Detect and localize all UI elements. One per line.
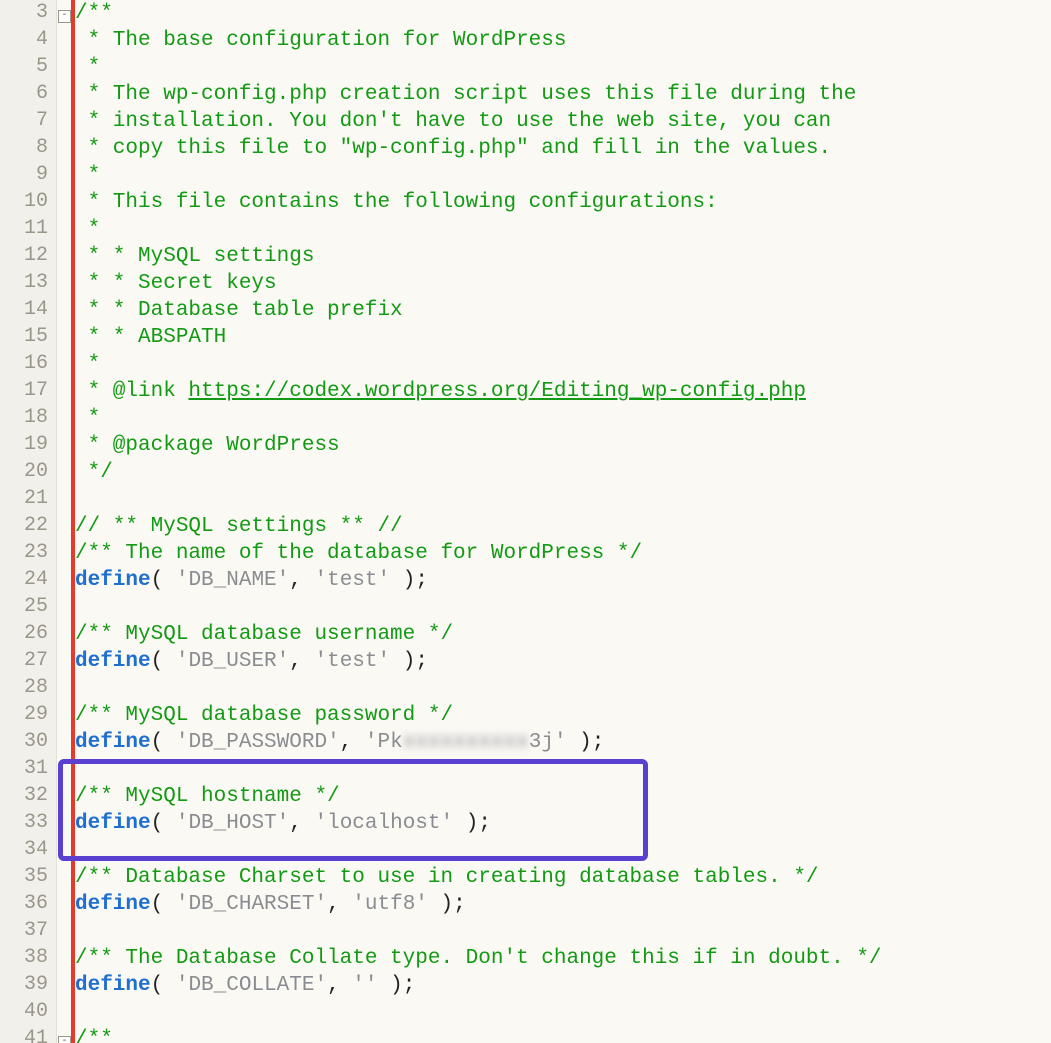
line-number: 4 [0, 30, 56, 57]
line-number: 28 [0, 678, 56, 705]
line-number: 8 [0, 138, 56, 165]
fold-column: -- [57, 0, 71, 1043]
line-number: 25 [0, 597, 56, 624]
code-line[interactable] [75, 678, 1051, 705]
line-number: 11 [0, 219, 56, 246]
code-line[interactable]: define( 'DB_NAME', 'test' ); [75, 570, 1051, 597]
line-number-gutter: 3456789101112131415161718192021222324252… [0, 0, 57, 1043]
code-line[interactable] [75, 759, 1051, 786]
doc-link[interactable]: https://codex.wordpress.org/Editing_wp-c… [188, 380, 806, 403]
line-number: 6 [0, 84, 56, 111]
line-number: 31 [0, 759, 56, 786]
line-number: 26 [0, 624, 56, 651]
code-line[interactable]: * The wp-config.php creation script uses… [75, 84, 1051, 111]
code-line[interactable]: /** MySQL database username */ [75, 624, 1051, 651]
code-line[interactable]: /** [75, 3, 1051, 30]
code-line[interactable]: /** [75, 1029, 1051, 1043]
redacted-password: xxxxxxxxxx [403, 731, 529, 754]
code-line[interactable] [75, 1002, 1051, 1029]
code-line[interactable] [75, 921, 1051, 948]
code-line[interactable]: define( 'DB_COLLATE', '' ); [75, 975, 1051, 1002]
line-number: 41 [0, 1029, 56, 1043]
line-number: 16 [0, 354, 56, 381]
line-number: 22 [0, 516, 56, 543]
code-line[interactable]: * @package WordPress [75, 435, 1051, 462]
code-line[interactable]: * * Database table prefix [75, 300, 1051, 327]
line-number: 37 [0, 921, 56, 948]
code-line[interactable]: * * MySQL settings [75, 246, 1051, 273]
code-line[interactable]: * * ABSPATH [75, 327, 1051, 354]
line-number: 38 [0, 948, 56, 975]
code-line[interactable]: define( 'DB_USER', 'test' ); [75, 651, 1051, 678]
line-number: 32 [0, 786, 56, 813]
line-number: 35 [0, 867, 56, 894]
line-number: 18 [0, 408, 56, 435]
line-number: 30 [0, 732, 56, 759]
code-line[interactable]: * [75, 165, 1051, 192]
line-number: 40 [0, 1002, 56, 1029]
line-number: 3 [0, 3, 56, 30]
fold-toggle-icon[interactable]: - [58, 10, 71, 23]
code-editor: 3456789101112131415161718192021222324252… [0, 0, 1051, 1043]
code-line[interactable] [75, 489, 1051, 516]
code-line[interactable] [75, 597, 1051, 624]
code-line[interactable]: * @link https://codex.wordpress.org/Edit… [75, 381, 1051, 408]
code-line[interactable]: * [75, 219, 1051, 246]
line-number: 5 [0, 57, 56, 84]
code-line[interactable]: /** The name of the database for WordPre… [75, 543, 1051, 570]
line-number: 15 [0, 327, 56, 354]
code-line[interactable]: define( 'DB_HOST', 'localhost' ); [75, 813, 1051, 840]
line-number: 19 [0, 435, 56, 462]
code-line[interactable]: /** MySQL hostname */ [75, 786, 1051, 813]
code-line[interactable]: * installation. You don't have to use th… [75, 111, 1051, 138]
line-number: 12 [0, 246, 56, 273]
line-number: 24 [0, 570, 56, 597]
code-line[interactable]: * copy this file to "wp-config.php" and … [75, 138, 1051, 165]
line-number: 10 [0, 192, 56, 219]
code-line[interactable]: // ** MySQL settings ** // [75, 516, 1051, 543]
line-number: 14 [0, 300, 56, 327]
fold-toggle-icon[interactable]: - [58, 1036, 71, 1043]
code-line[interactable]: */ [75, 462, 1051, 489]
line-number: 34 [0, 840, 56, 867]
line-number: 29 [0, 705, 56, 732]
code-line[interactable]: /** The Database Collate type. Don't cha… [75, 948, 1051, 975]
line-number: 33 [0, 813, 56, 840]
code-line[interactable]: /** Database Charset to use in creating … [75, 867, 1051, 894]
code-line[interactable] [75, 840, 1051, 867]
code-line[interactable]: define( 'DB_PASSWORD', 'Pkxxxxxxxxxx3j' … [75, 732, 1051, 759]
line-number: 39 [0, 975, 56, 1002]
line-number: 23 [0, 543, 56, 570]
code-line[interactable]: * [75, 408, 1051, 435]
line-number: 9 [0, 165, 56, 192]
code-area[interactable]: /** * The base configuration for WordPre… [75, 0, 1051, 1043]
line-number: 7 [0, 111, 56, 138]
line-number: 20 [0, 462, 56, 489]
code-line[interactable]: * * Secret keys [75, 273, 1051, 300]
line-number: 36 [0, 894, 56, 921]
code-line[interactable]: define( 'DB_CHARSET', 'utf8' ); [75, 894, 1051, 921]
code-line[interactable]: * This file contains the following confi… [75, 192, 1051, 219]
line-number: 17 [0, 381, 56, 408]
code-line[interactable]: * [75, 57, 1051, 84]
code-line[interactable]: * The base configuration for WordPress [75, 30, 1051, 57]
line-number: 21 [0, 489, 56, 516]
code-line[interactable]: * [75, 354, 1051, 381]
line-number: 27 [0, 651, 56, 678]
line-number: 13 [0, 273, 56, 300]
code-line[interactable]: /** MySQL database password */ [75, 705, 1051, 732]
